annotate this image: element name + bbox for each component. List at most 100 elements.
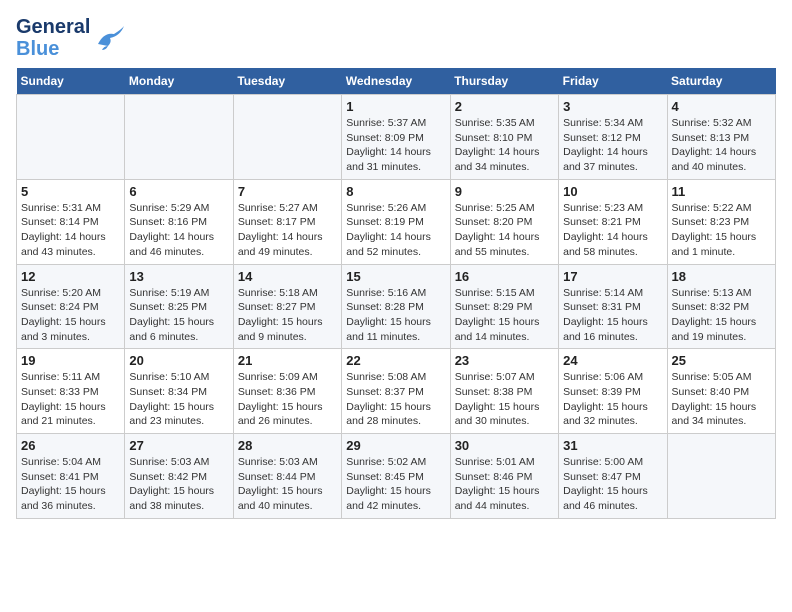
- day-header-friday: Friday: [559, 68, 667, 95]
- day-number: 1: [346, 99, 445, 114]
- calendar-cell: 31 Sunrise: 5:00 AMSunset: 8:47 PMDayligh…: [559, 434, 667, 519]
- calendar-cell: 24Sunrise: 5:06 AMSunset: 8:39 PMDayligh…: [559, 349, 667, 434]
- calendar-cell: 9Sunrise: 5:25 AMSunset: 8:20 PMDaylight…: [450, 179, 558, 264]
- day-number: 26: [21, 438, 120, 453]
- day-info: Sunrise: 5:34 AMSunset: 8:12 PMDaylight:…: [563, 116, 662, 175]
- calendar-cell: 8 Sunrise: 5:26 AMSunset: 8:19 PMDaylight…: [342, 179, 450, 264]
- day-info: Sunrise: 5:13 AMSunset: 8:32 PMDaylight:…: [672, 286, 771, 345]
- calendar-cell: 2Sunrise: 5:35 AMSunset: 8:10 PMDaylight…: [450, 95, 558, 180]
- calendar-cell: 15Sunrise: 5:16 AMSunset: 8:28 PMDayligh…: [342, 264, 450, 349]
- day-header-sunday: Sunday: [17, 68, 125, 95]
- day-number: 18: [672, 269, 771, 284]
- page-header: General Blue: [16, 16, 776, 60]
- day-number: 16: [455, 269, 554, 284]
- logo-bird-icon: [94, 24, 126, 52]
- day-info: Sunrise: 5:29 AMSunset: 8:16 PMDaylight:…: [129, 201, 228, 260]
- day-header-monday: Monday: [125, 68, 233, 95]
- day-number: 4: [672, 99, 771, 114]
- logo-general: General: [16, 16, 90, 38]
- day-number: 25: [672, 353, 771, 368]
- calendar-cell: [233, 95, 341, 180]
- calendar-cell: 26 Sunrise: 5:04 AMSunset: 8:41 PMDayligh…: [17, 434, 125, 519]
- day-info: Sunrise: 5:08 AMSunset: 8:37 PMDaylight:…: [346, 370, 445, 429]
- logo: General Blue: [16, 16, 126, 60]
- calendar-cell: 11 Sunrise: 5:22 AMSunset: 8:23 PMDayligh…: [667, 179, 775, 264]
- day-info: Sunrise: 5:20 AMSunset: 8:24 PMDaylight:…: [21, 286, 120, 345]
- day-info: Sunrise: 5:06 AMSunset: 8:39 PMDaylight:…: [563, 370, 662, 429]
- day-info: Sunrise: 5:22 AMSunset: 8:23 PMDaylight:…: [672, 201, 771, 260]
- calendar-cell: 19 Sunrise: 5:11 AMSunset: 8:33 PMDayligh…: [17, 349, 125, 434]
- day-info: Sunrise: 5:04 AMSunset: 8:41 PMDaylight:…: [21, 455, 120, 514]
- calendar-cell: 10 Sunrise: 5:23 AMSunset: 8:21 PMDayligh…: [559, 179, 667, 264]
- calendar-cell: 17 Sunrise: 5:14 AMSunset: 8:31 PMDayligh…: [559, 264, 667, 349]
- day-number: 17: [563, 269, 662, 284]
- calendar-cell: 4Sunrise: 5:32 AMSunset: 8:13 PMDaylight…: [667, 95, 775, 180]
- day-number: 3: [563, 99, 662, 114]
- day-info: Sunrise: 5:31 AMSunset: 8:14 PMDaylight:…: [21, 201, 120, 260]
- day-info: Sunrise: 5:23 AMSunset: 8:21 PMDaylight:…: [563, 201, 662, 260]
- calendar-cell: [17, 95, 125, 180]
- day-info: Sunrise: 5:14 AMSunset: 8:31 PMDaylight:…: [563, 286, 662, 345]
- day-number: 21: [238, 353, 337, 368]
- day-info: Sunrise: 5:02 AMSunset: 8:45 PMDaylight:…: [346, 455, 445, 514]
- day-number: 12: [21, 269, 120, 284]
- calendar-cell: 6 Sunrise: 5:29 AMSunset: 8:16 PMDaylight…: [125, 179, 233, 264]
- day-number: 29: [346, 438, 445, 453]
- day-number: 8: [346, 184, 445, 199]
- day-info: Sunrise: 5:26 AMSunset: 8:19 PMDaylight:…: [346, 201, 445, 260]
- day-info: Sunrise: 5:07 AMSunset: 8:38 PMDaylight:…: [455, 370, 554, 429]
- calendar-header: SundayMondayTuesdayWednesdayThursdayFrid…: [17, 68, 776, 95]
- day-number: 19: [21, 353, 120, 368]
- day-info: Sunrise: 5:03 AMSunset: 8:42 PMDaylight:…: [129, 455, 228, 514]
- day-header-thursday: Thursday: [450, 68, 558, 95]
- day-info: Sunrise: 5:18 AMSunset: 8:27 PMDaylight:…: [238, 286, 337, 345]
- day-info: Sunrise: 5:00 AMSunset: 8:47 PMDaylight:…: [563, 455, 662, 514]
- calendar-cell: [667, 434, 775, 519]
- calendar-cell: 5 Sunrise: 5:31 AMSunset: 8:14 PMDaylight…: [17, 179, 125, 264]
- day-number: 30: [455, 438, 554, 453]
- day-number: 22: [346, 353, 445, 368]
- day-number: 28: [238, 438, 337, 453]
- day-number: 11: [672, 184, 771, 199]
- day-info: Sunrise: 5:10 AMSunset: 8:34 PMDaylight:…: [129, 370, 228, 429]
- calendar-cell: 18 Sunrise: 5:13 AMSunset: 8:32 PMDayligh…: [667, 264, 775, 349]
- day-info: Sunrise: 5:03 AMSunset: 8:44 PMDaylight:…: [238, 455, 337, 514]
- day-number: 2: [455, 99, 554, 114]
- day-number: 31: [563, 438, 662, 453]
- day-number: 23: [455, 353, 554, 368]
- calendar-cell: 27 Sunrise: 5:03 AMSunset: 8:42 PMDayligh…: [125, 434, 233, 519]
- calendar-week-4: 19 Sunrise: 5:11 AMSunset: 8:33 PMDayligh…: [17, 349, 776, 434]
- day-number: 6: [129, 184, 228, 199]
- day-info: Sunrise: 5:11 AMSunset: 8:33 PMDaylight:…: [21, 370, 120, 429]
- calendar-cell: 16 Sunrise: 5:15 AMSunset: 8:29 PMDayligh…: [450, 264, 558, 349]
- calendar-cell: 13Sunrise: 5:19 AMSunset: 8:25 PMDayligh…: [125, 264, 233, 349]
- calendar-week-1: 1 Sunrise: 5:37 AMSunset: 8:09 PMDaylight…: [17, 95, 776, 180]
- day-number: 20: [129, 353, 228, 368]
- calendar-week-2: 5 Sunrise: 5:31 AMSunset: 8:14 PMDaylight…: [17, 179, 776, 264]
- day-number: 5: [21, 184, 120, 199]
- day-info: Sunrise: 5:01 AMSunset: 8:46 PMDaylight:…: [455, 455, 554, 514]
- day-info: Sunrise: 5:19 AMSunset: 8:25 PMDaylight:…: [129, 286, 228, 345]
- day-info: Sunrise: 5:05 AMSunset: 8:40 PMDaylight:…: [672, 370, 771, 429]
- day-number: 10: [563, 184, 662, 199]
- calendar-table: SundayMondayTuesdayWednesdayThursdayFrid…: [16, 68, 776, 519]
- calendar-cell: 29 Sunrise: 5:02 AMSunset: 8:45 PMDayligh…: [342, 434, 450, 519]
- calendar-cell: 3 Sunrise: 5:34 AMSunset: 8:12 PMDaylight…: [559, 95, 667, 180]
- day-number: 9: [455, 184, 554, 199]
- day-info: Sunrise: 5:15 AMSunset: 8:29 PMDaylight:…: [455, 286, 554, 345]
- day-header-tuesday: Tuesday: [233, 68, 341, 95]
- day-number: 14: [238, 269, 337, 284]
- calendar-week-3: 12 Sunrise: 5:20 AMSunset: 8:24 PMDayligh…: [17, 264, 776, 349]
- day-info: Sunrise: 5:09 AMSunset: 8:36 PMDaylight:…: [238, 370, 337, 429]
- day-info: Sunrise: 5:37 AMSunset: 8:09 PMDaylight:…: [346, 116, 445, 175]
- calendar-cell: 20 Sunrise: 5:10 AMSunset: 8:34 PMDayligh…: [125, 349, 233, 434]
- calendar-cell: 14 Sunrise: 5:18 AMSunset: 8:27 PMDayligh…: [233, 264, 341, 349]
- day-header-wednesday: Wednesday: [342, 68, 450, 95]
- calendar-cell: 1 Sunrise: 5:37 AMSunset: 8:09 PMDaylight…: [342, 95, 450, 180]
- day-number: 27: [129, 438, 228, 453]
- calendar-cell: 7Sunrise: 5:27 AMSunset: 8:17 PMDaylight…: [233, 179, 341, 264]
- calendar-week-5: 26 Sunrise: 5:04 AMSunset: 8:41 PMDayligh…: [17, 434, 776, 519]
- calendar-cell: 25 Sunrise: 5:05 AMSunset: 8:40 PMDayligh…: [667, 349, 775, 434]
- day-info: Sunrise: 5:16 AMSunset: 8:28 PMDaylight:…: [346, 286, 445, 345]
- calendar-cell: 12 Sunrise: 5:20 AMSunset: 8:24 PMDayligh…: [17, 264, 125, 349]
